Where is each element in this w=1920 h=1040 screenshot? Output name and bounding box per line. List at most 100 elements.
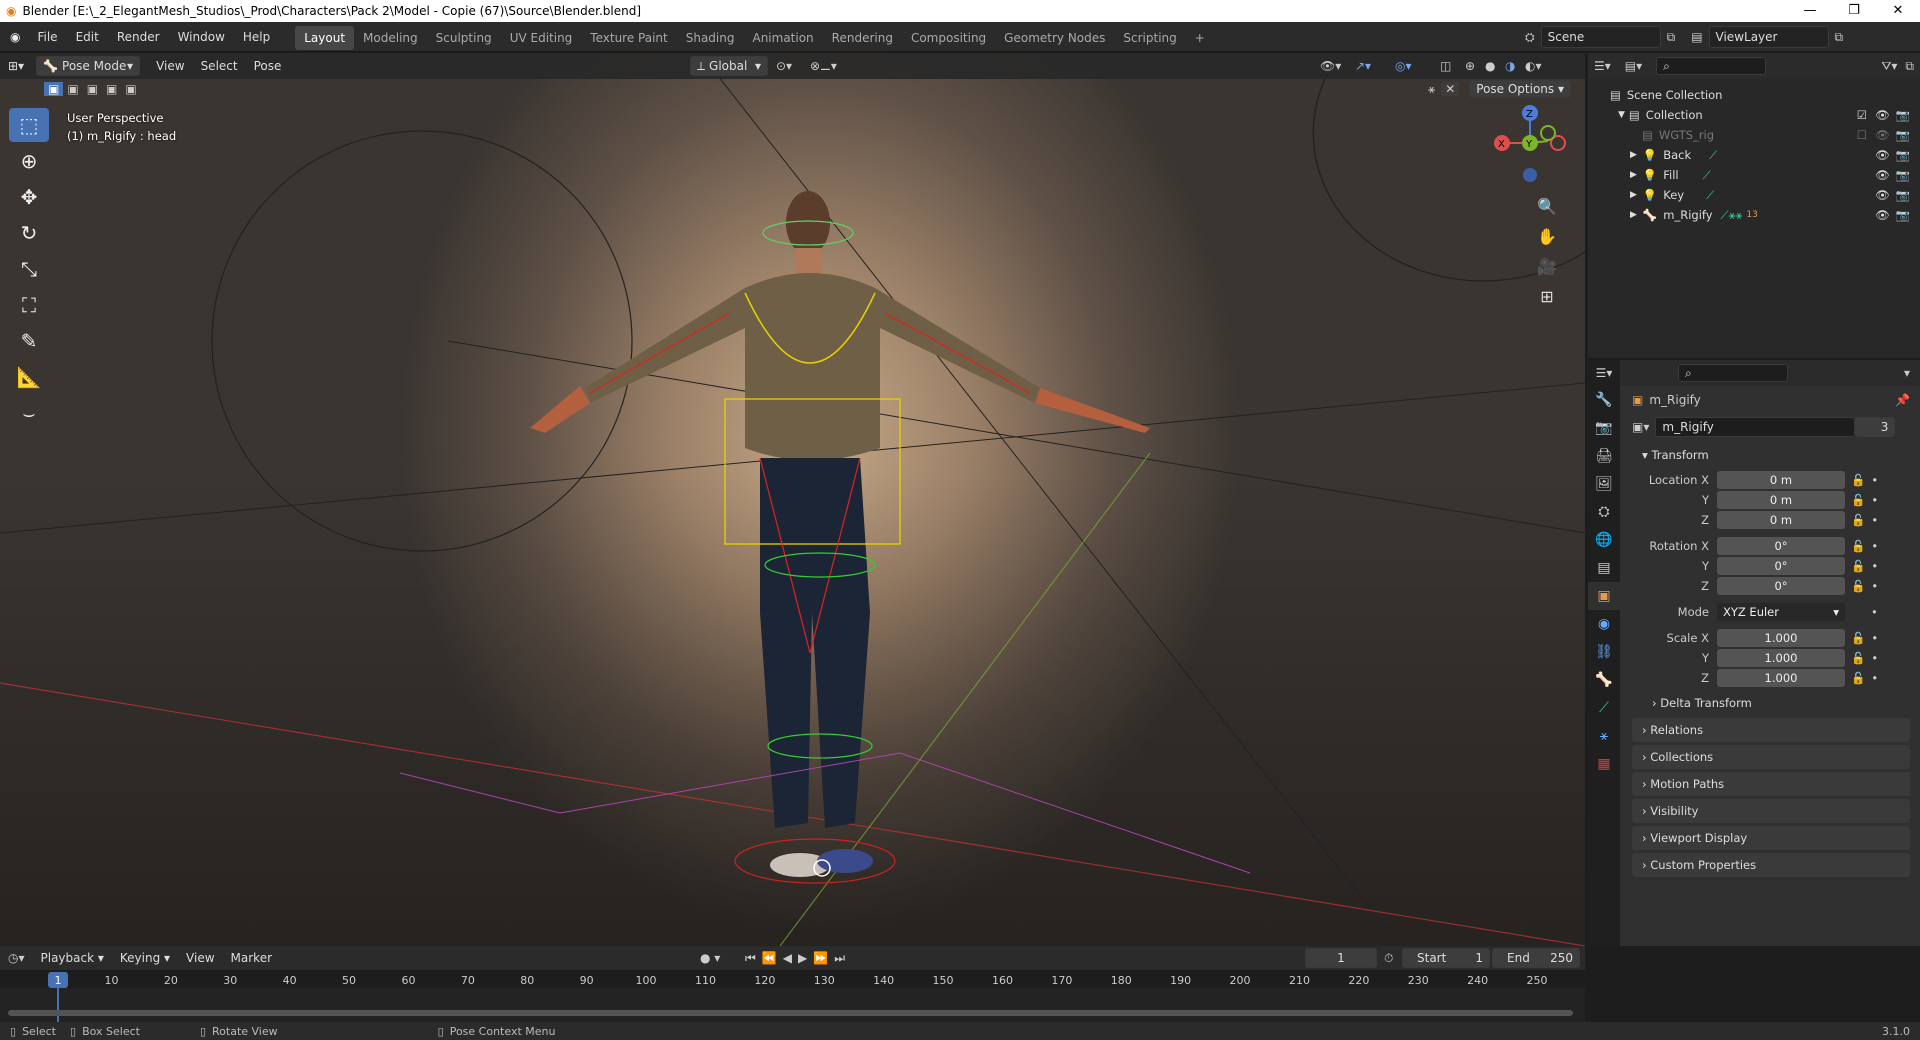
transform-orientation-dropdown[interactable]: ⟂ Global ▾ — [690, 56, 768, 76]
camera-icon[interactable]: 📷 — [1896, 168, 1910, 182]
menu-render[interactable]: Render — [108, 22, 169, 52]
pivot-icon[interactable]: ⊙▾ — [776, 59, 792, 73]
keyframe-dot-icon[interactable]: • — [1871, 651, 1878, 665]
transform-panel-header[interactable]: ▾ Transform — [1632, 443, 1910, 467]
keyframe-dot-icon[interactable]: • — [1871, 513, 1878, 527]
location-y-field[interactable]: 0 m — [1717, 491, 1845, 509]
tab-animation[interactable]: Animation — [743, 26, 822, 50]
camera-icon[interactable]: 📷 — [1896, 108, 1910, 122]
camera-icon[interactable]: 📷 — [1896, 128, 1910, 142]
select-intersect-icon[interactable]: ▣ — [121, 82, 140, 96]
world-tab-icon[interactable]: 🌐 — [1588, 526, 1620, 554]
scene-tab-icon[interactable]: ⛭ — [1588, 498, 1620, 526]
eye-icon[interactable]: 👁 — [1875, 208, 1890, 222]
checkbox-icon[interactable]: ☐ — [1857, 128, 1867, 142]
collection-tab-icon[interactable]: ▤ — [1588, 554, 1620, 582]
scale-tool[interactable]: ⤡ — [9, 252, 49, 286]
shading-solid-icon[interactable]: ● — [1485, 59, 1495, 73]
constraints-tab-icon[interactable]: ⛓ — [1588, 638, 1620, 666]
delta-transform-header[interactable]: › Delta Transform — [1642, 691, 1910, 715]
menu-window[interactable]: Window — [169, 22, 234, 52]
motion-paths-panel-header[interactable]: › Motion Paths — [1632, 772, 1910, 796]
bone-tab-icon[interactable]: ⟋ — [1588, 694, 1620, 722]
viewlayer-field[interactable]: ViewLayer — [1708, 26, 1829, 48]
jump-keyframe-back-icon[interactable]: ⏪ — [762, 951, 783, 965]
properties-editor-icon[interactable]: ☰▾ — [1588, 360, 1620, 386]
zoom-icon[interactable]: 🔍 — [1532, 191, 1562, 221]
tree-collection[interactable]: ▼ ▤ Collection ☑ 👁 📷 — [1610, 105, 1920, 125]
eye-icon[interactable]: 👁 — [1875, 128, 1890, 142]
tab-shading[interactable]: Shading — [677, 26, 744, 50]
end-frame-field[interactable]: End 250 — [1492, 948, 1580, 968]
lock-icon[interactable]: 🔓 — [1851, 671, 1865, 685]
scene-icon[interactable]: ⛭ — [1525, 30, 1535, 45]
menu-help[interactable]: Help — [234, 22, 279, 52]
playback-menu[interactable]: Playback ▾ — [33, 945, 112, 971]
rotation-mode-dropdown[interactable]: XYZ Euler ▾ — [1717, 603, 1845, 621]
keying-menu[interactable]: Keying ▾ — [112, 945, 178, 971]
expand-icon[interactable]: ▼ — [1618, 110, 1625, 120]
outliner-editor-icon[interactable]: ☰▾ — [1594, 59, 1611, 73]
tree-scene-collection[interactable]: ▤ Scene Collection — [1610, 85, 1920, 105]
lock-icon[interactable]: 🔓 — [1851, 493, 1865, 507]
tab-layout[interactable]: Layout — [295, 26, 355, 50]
pose-menu[interactable]: Pose — [246, 53, 290, 79]
keyframe-dot-icon[interactable]: • — [1871, 605, 1878, 619]
camera-icon[interactable]: 📷 — [1896, 188, 1910, 202]
lock-icon[interactable]: 🔓 — [1851, 539, 1865, 553]
marker-menu[interactable]: Marker — [223, 945, 280, 971]
expand-icon[interactable]: ▶ — [1630, 190, 1637, 200]
play-icon[interactable]: ▶ — [798, 951, 813, 965]
lock-icon[interactable]: 🔓 — [1851, 579, 1865, 593]
lock-icon[interactable]: 🔓 — [1851, 651, 1865, 665]
new-collection-icon[interactable]: ⧉ — [1905, 59, 1914, 74]
keyframe-dot-icon[interactable]: • — [1871, 493, 1878, 507]
object-name-field[interactable]: m_Rigify — [1655, 417, 1856, 437]
tab-scripting[interactable]: Scripting — [1114, 26, 1185, 50]
annotate-tool[interactable]: ✎ — [9, 324, 49, 358]
custom-properties-panel-header[interactable]: › Custom Properties — [1632, 853, 1910, 877]
relax-tool[interactable]: ⌣ — [9, 396, 49, 430]
close-button[interactable]: ✕ — [1876, 0, 1920, 22]
expand-icon[interactable]: ▶ — [1630, 210, 1637, 220]
tree-item-fill[interactable]: ▶ 💡 Fill ⟋ 👁 📷 — [1610, 165, 1920, 185]
tree-item-m-rigify[interactable]: ▶ 🦴 m_Rigify ⟋⚹⚹ 13 👁 📷 — [1610, 205, 1920, 225]
jump-start-icon[interactable]: ⏮ — [745, 951, 762, 965]
tab-geometry-nodes[interactable]: Geometry Nodes — [995, 26, 1114, 50]
rotation-z-field[interactable]: 0° — [1717, 577, 1845, 595]
viewlayer-icon[interactable]: ▤ — [1691, 30, 1702, 44]
view-menu[interactable]: View — [148, 53, 192, 79]
view-layer-tab-icon[interactable]: 🖼 — [1588, 470, 1620, 498]
select-new-icon[interactable]: ▣ — [44, 82, 64, 96]
scale-z-field[interactable]: 1.000 — [1717, 669, 1845, 687]
keyframe-dot-icon[interactable]: • — [1871, 631, 1878, 645]
keyframe-dot-icon[interactable]: • — [1871, 559, 1878, 573]
new-viewlayer-icon[interactable]: ⧉ — [1835, 30, 1844, 45]
tree-item-wgts-rig[interactable]: ▤ WGTS_rig ☐ 👁 📷 — [1610, 125, 1920, 145]
shading-material-icon[interactable]: ◑ — [1505, 59, 1515, 73]
camera-icon[interactable]: 📷 — [1896, 148, 1910, 162]
overlay-toggle-icon[interactable]: ◎▾ — [1395, 59, 1412, 73]
cursor-tool[interactable]: ⊕ — [9, 144, 49, 178]
minimize-button[interactable]: — — [1788, 0, 1832, 22]
pose-options-dropdown[interactable]: Pose Options ▾ — [1469, 80, 1572, 98]
shading-rendered-icon[interactable]: ◐▾ — [1525, 59, 1542, 73]
measure-tool[interactable]: 📐 — [9, 360, 49, 394]
expand-icon[interactable]: ▶ — [1630, 170, 1637, 180]
play-reverse-icon[interactable]: ◀ — [783, 951, 798, 965]
keyframe-dot-icon[interactable]: • — [1871, 473, 1878, 487]
texture-tab-icon[interactable]: ▦ — [1588, 750, 1620, 778]
start-frame-field[interactable]: Start 1 — [1402, 948, 1490, 968]
display-mode-icon[interactable]: ▤▾ — [1625, 59, 1642, 73]
tree-item-key[interactable]: ▶ 💡 Key ⟋ 👁 📷 — [1610, 185, 1920, 205]
tab-compositing[interactable]: Compositing — [902, 26, 995, 50]
ortho-grid-icon[interactable]: ⊞ — [1532, 281, 1562, 311]
location-z-field[interactable]: 0 m — [1717, 511, 1845, 529]
object-browse-icon[interactable]: ▣▾ — [1632, 420, 1649, 434]
tab-sculpting[interactable]: Sculpting — [427, 26, 501, 50]
eye-icon[interactable]: 👁 — [1875, 108, 1890, 122]
render-tab-icon[interactable]: 📷 — [1588, 414, 1620, 442]
tab-uv-editing[interactable]: UV Editing — [501, 26, 582, 50]
rotation-y-field[interactable]: 0° — [1717, 557, 1845, 575]
outliner-search-input[interactable]: ⌕ — [1656, 57, 1767, 75]
